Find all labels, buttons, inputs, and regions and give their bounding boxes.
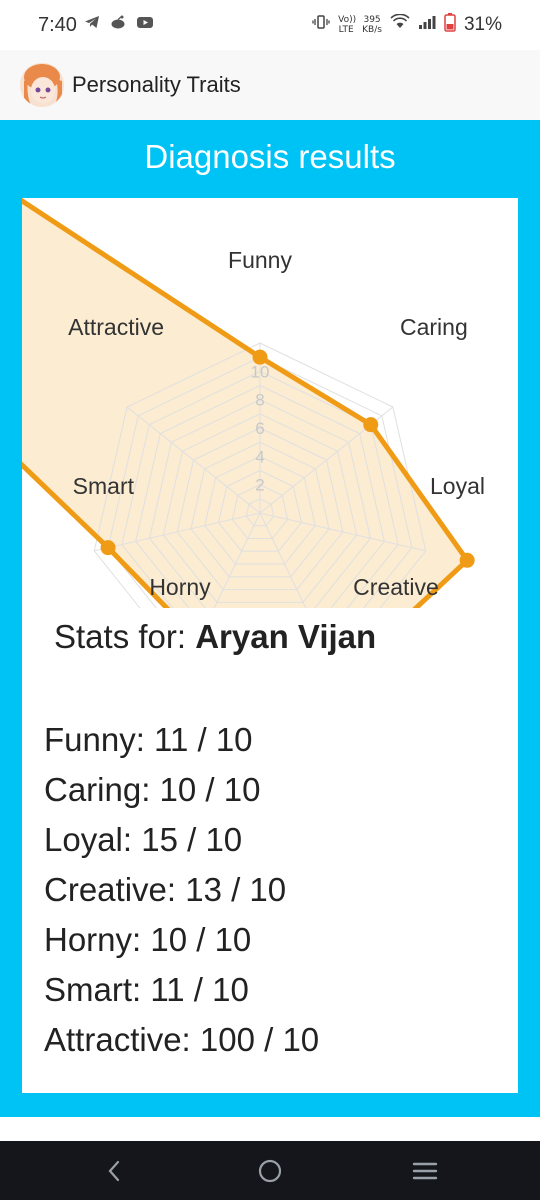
- stats-prefix: Stats for:: [54, 618, 196, 655]
- results-card: 2 4 6 8 10 Funny Caring Loyal Creative Horny Smart…: [22, 198, 518, 1093]
- recents-icon[interactable]: [410, 1156, 440, 1186]
- bottom-spacer: [0, 1117, 540, 1141]
- status-bar: 7:40 Vo)) LTE 395 KB/s 31%: [0, 0, 540, 50]
- radar-label-caring: Caring: [400, 314, 468, 340]
- network-speed-unit: KB/s: [362, 24, 382, 35]
- stat-item-attractive: Attractive: 100 / 10: [44, 1021, 320, 1058]
- radar-label-creative: Creative: [353, 574, 439, 600]
- radar-scale-tick: 8: [255, 391, 264, 410]
- stats-user-name: Aryan Vijan: [195, 618, 377, 655]
- home-icon[interactable]: [255, 1156, 285, 1186]
- radar-label-horny: Horny: [149, 574, 211, 600]
- results-section: Diagnosis results 2 4 6 8 10 Funny Caring Loyal…: [0, 120, 540, 1117]
- radar-point-smart: [100, 540, 116, 556]
- signal-icon: [418, 14, 436, 35]
- app-title: Personality Traits: [72, 72, 241, 97]
- radar-label-loyal: Loyal: [430, 473, 485, 499]
- stat-item-horny: Horny: 10 / 10: [44, 921, 252, 958]
- reddit-icon: [110, 14, 126, 30]
- volte-icon: Vo)) LTE: [338, 14, 357, 35]
- battery-percentage: 31%: [463, 13, 502, 35]
- radar-label-smart: Smart: [73, 473, 135, 499]
- system-status: Vo)) LTE 395 KB/s 31%: [312, 12, 502, 37]
- diagnosis-heading: Diagnosis results: [144, 138, 396, 175]
- wifi-icon: [390, 13, 410, 35]
- stats-heading: Stats for: Aryan Vijan: [54, 618, 376, 656]
- radar-scale-tick: 6: [255, 419, 264, 438]
- network-speed-value: 395: [363, 14, 381, 25]
- stat-item-smart: Smart: 11 / 10: [44, 971, 249, 1008]
- radar-point-loyal: [459, 552, 475, 568]
- radar-chart: 2 4 6 8 10 Funny Caring Loyal Creative Horny Smart…: [22, 198, 518, 608]
- youtube-icon: [136, 14, 153, 30]
- radar-point-caring: [363, 417, 379, 433]
- battery-icon: [444, 12, 456, 37]
- navigation-bar: [0, 1141, 540, 1200]
- radar-label-attractive: Attractive: [68, 314, 164, 340]
- app-bar: Personality Traits: [0, 50, 540, 120]
- stats-list: Funny: 11 / 10 Caring: 10 / 10 Loyal: 15…: [44, 715, 319, 1065]
- stat-item-creative: Creative: 13 / 10: [44, 871, 287, 908]
- stat-item-caring: Caring: 10 / 10: [44, 771, 261, 808]
- stat-item-loyal: Loyal: 15 / 10: [44, 821, 243, 858]
- back-icon[interactable]: [100, 1156, 130, 1186]
- radar-scale-tick: 10: [251, 362, 270, 381]
- avatar[interactable]: [20, 63, 64, 107]
- notification-icons: [84, 14, 153, 30]
- radar-point-funny: [252, 349, 268, 365]
- radar-scale-tick: 2: [255, 476, 264, 495]
- status-time: 7:40: [38, 14, 77, 36]
- radar-chart-svg: 2 4 6 8 10 Funny Caring Loyal Creative Horny Smart…: [22, 198, 485, 608]
- vibrate-icon: [312, 14, 330, 35]
- telegram-icon: [84, 14, 100, 30]
- stat-item-funny: Funny: 11 / 10: [44, 721, 253, 758]
- radar-scale-tick: 4: [255, 447, 264, 466]
- network-speed: 395 KB/s: [362, 15, 382, 35]
- radar-label-funny: Funny: [228, 247, 292, 273]
